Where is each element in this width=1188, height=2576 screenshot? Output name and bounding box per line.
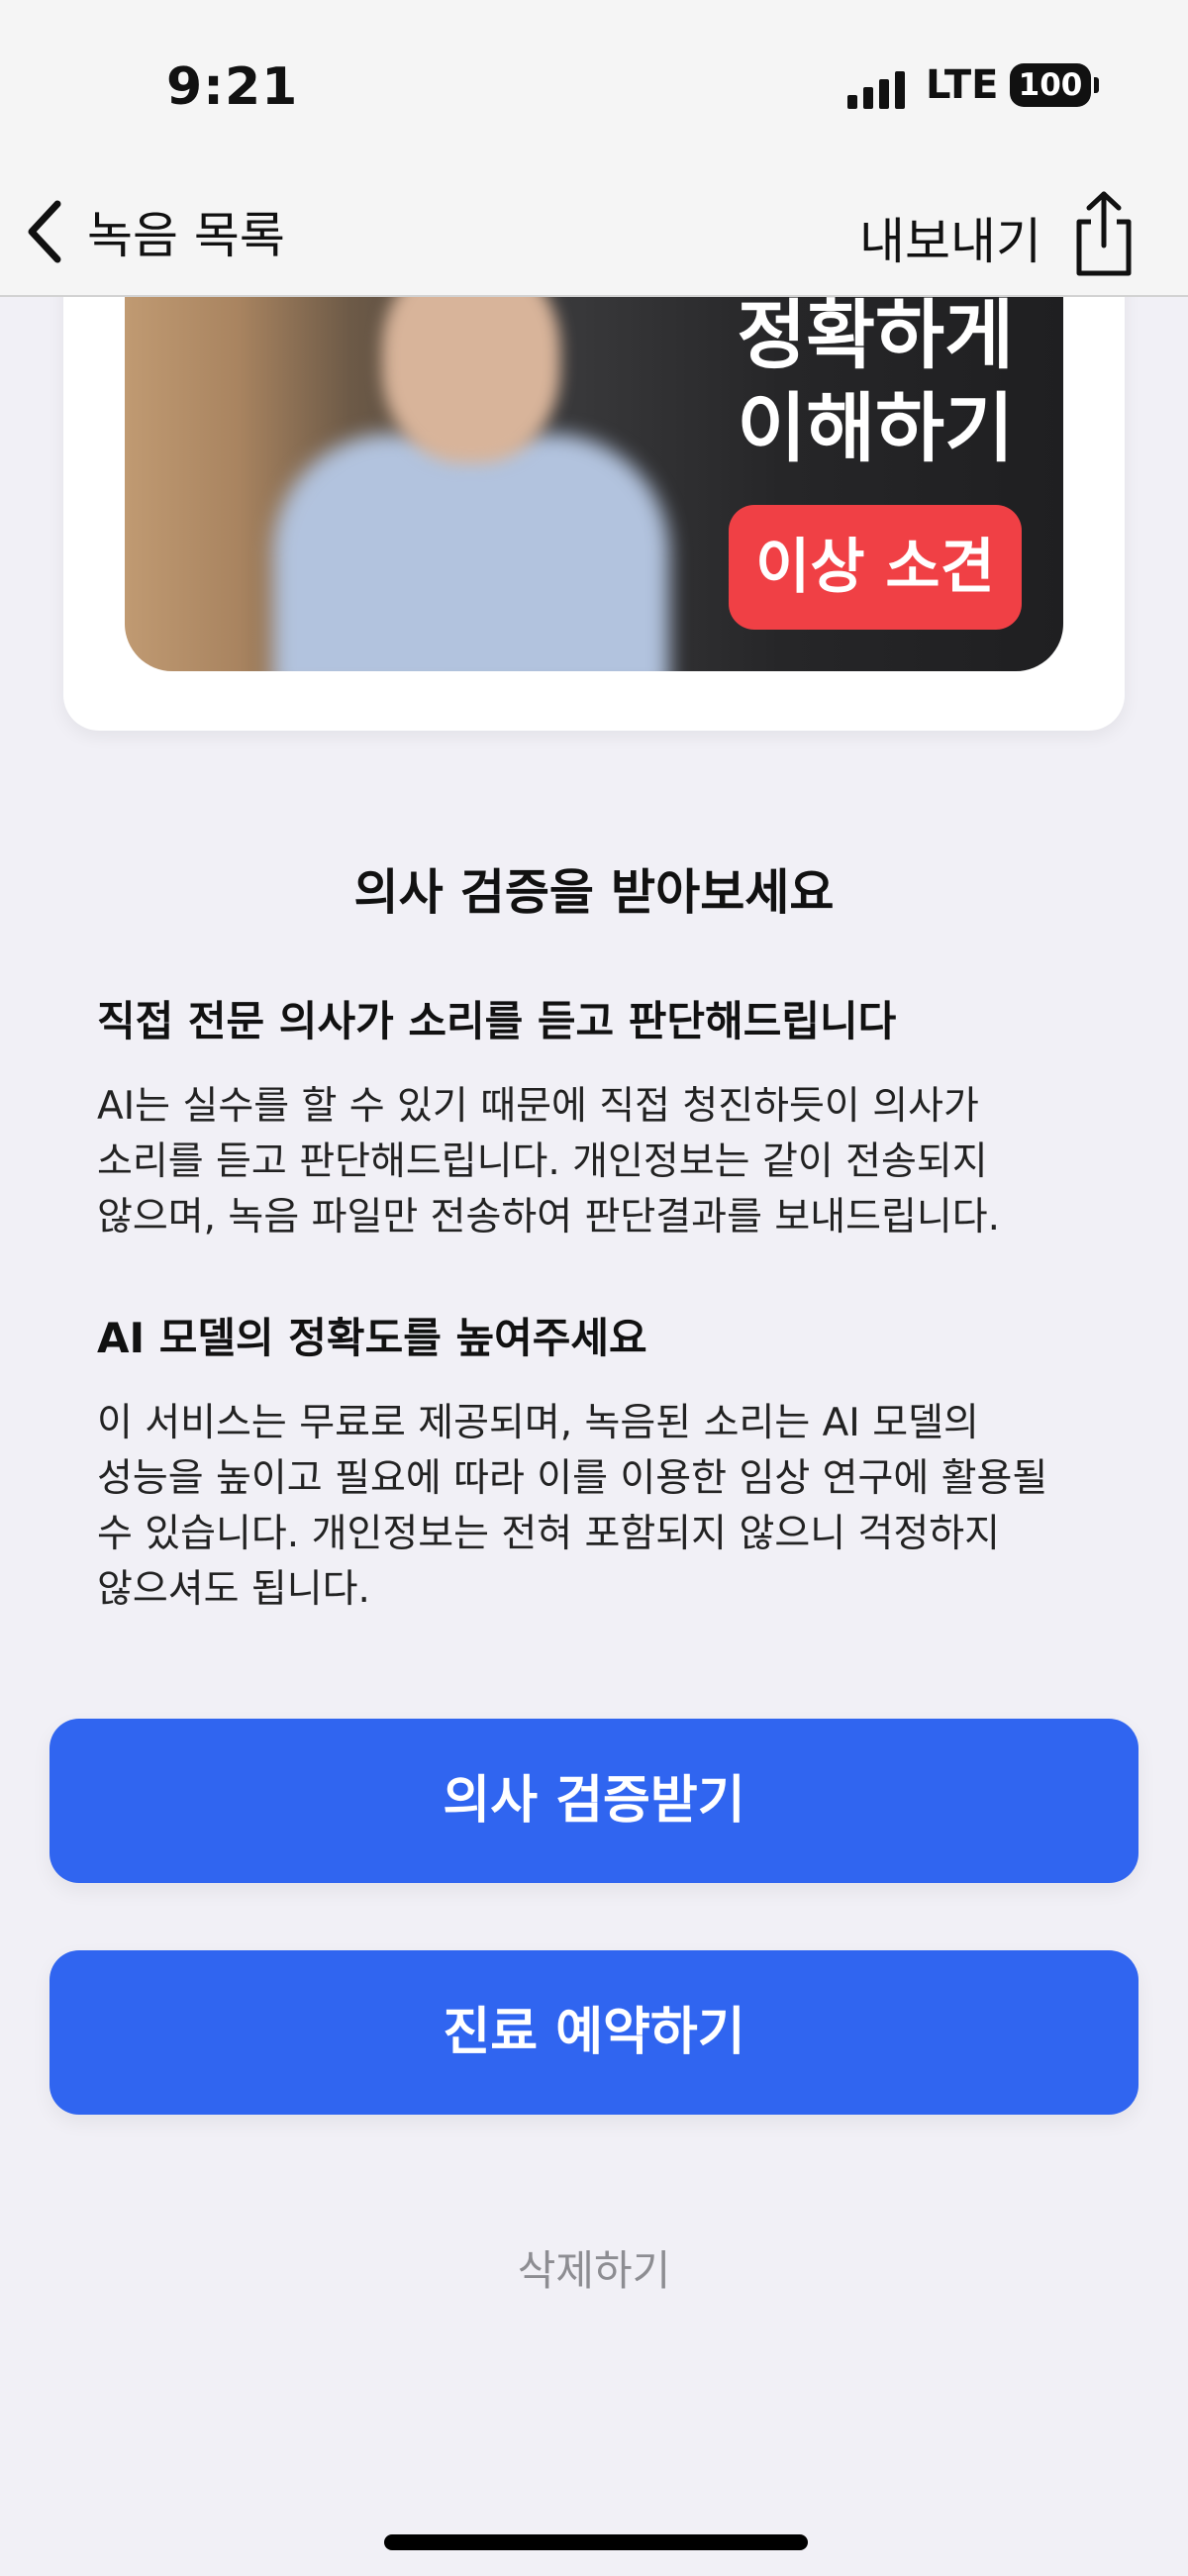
video-title: 정확하게 이해하기 [737,295,1014,475]
video-title-line1: 정확하게 [737,295,1014,379]
back-button[interactable]: 녹음 목록 [20,192,285,271]
export-button[interactable]: 내보내기 [859,202,1041,273]
info-heading: AI 모델의 정확도를 높여주세요 [97,1314,647,1362]
info-body: AI는 실수를 할 수 있기 때문에 직접 청진하듯이 의사가 소리를 듣고 판… [97,1084,1001,1239]
video-title-line2: 이해하기 [737,384,1014,472]
status-bar: 9:21 LTE 100 [0,0,1188,168]
doctor-verify-button[interactable]: 의사 검증받기 [50,1719,1138,1883]
signal-icon [847,69,907,109]
video-thumbnail[interactable]: 정확하게 이해하기 이상 소견 [125,295,1063,671]
info-body: 이 서비스는 무료로 제공되며, 녹음된 소리는 AI 모델의 성능을 높이고 … [97,1401,1048,1612]
verification-title: 의사 검증을 받아보세요 [353,864,835,921]
video-presenter-image [263,295,679,671]
share-icon[interactable] [1069,188,1138,279]
abnormal-finding-badge: 이상 소견 [729,505,1022,630]
info-section-ai: AI 모델의 정확도를 높여주세요 이 서비스는 무료로 제공되며, 녹음된 소… [97,1311,1087,1618]
navigation-bar: 녹음 목록 내보내기 [0,168,1188,297]
chevron-left-icon [28,200,61,263]
reserve-appointment-button[interactable]: 진료 예약하기 [50,1950,1138,2115]
status-time: 9:21 [166,57,299,117]
battery-icon: 100 [1010,63,1099,107]
delete-button[interactable]: 삭제하기 [0,2237,1188,2298]
network-label: LTE [926,62,999,108]
info-heading: 직접 전문 의사가 소리를 듣고 판단해드립니다 [97,997,897,1045]
home-indicator[interactable] [384,2534,808,2550]
info-section-doctor: 직접 전문 의사가 소리를 듣고 판단해드립니다 AI는 실수를 할 수 있기 … [97,994,1087,1245]
back-label: 녹음 목록 [87,207,285,264]
